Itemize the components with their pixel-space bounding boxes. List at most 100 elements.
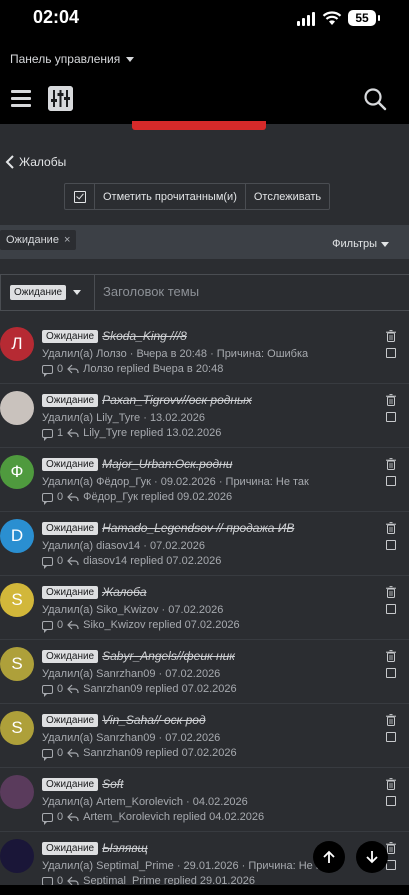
filters-dropdown[interactable]: Фильтры	[332, 238, 389, 250]
row-checkbox[interactable]	[386, 860, 396, 870]
row-checkbox[interactable]	[386, 604, 396, 614]
avatar[interactable]: S	[0, 711, 34, 745]
thread-list: Л Ожидание Skoda_King ///8 Удалил(а) Лол…	[0, 320, 409, 895]
thread-title-link[interactable]: Жалоба	[102, 585, 146, 599]
last-reply[interactable]: Siko_Kwizov replied 07.02.2026	[83, 619, 240, 631]
avatar[interactable]	[0, 775, 34, 809]
prefix-badge: Ожидание	[42, 457, 99, 471]
row-checkbox[interactable]	[386, 732, 396, 742]
thread-meta: Удалил(а) diasov14 · 07.02.2026	[42, 540, 206, 552]
avatar[interactable]: D	[0, 519, 34, 553]
close-icon[interactable]: ×	[64, 234, 70, 246]
trash-icon[interactable]	[386, 330, 396, 342]
chevron-down-icon	[126, 56, 135, 62]
trash-icon[interactable]	[386, 714, 396, 726]
reply-count: 0	[57, 619, 64, 631]
comment-icon	[42, 364, 53, 377]
search-icon[interactable]	[363, 87, 387, 111]
chevron-left-icon	[5, 155, 14, 169]
thread-title-link[interactable]: Hamado_Legendsov // продажа ИВ	[102, 521, 294, 535]
trash-icon[interactable]	[386, 522, 396, 534]
avatar[interactable]	[0, 839, 34, 873]
row-checkbox[interactable]	[386, 412, 396, 422]
avatar[interactable]: Ф	[0, 455, 34, 489]
sliders-logo-icon[interactable]	[48, 86, 73, 111]
thread-row[interactable]: S Ожидание Vin_Saha// оск род Удалил(а) …	[0, 704, 409, 768]
avatar[interactable]: Л	[0, 327, 34, 361]
reply-count: 0	[57, 683, 64, 695]
select-all-checkbox[interactable]	[65, 184, 95, 209]
thread-title-link[interactable]: Vin_Saha// оск род	[102, 713, 205, 727]
reply-icon	[67, 556, 79, 566]
row-checkbox[interactable]	[386, 540, 396, 550]
thread-title-link[interactable]: Paxan_Tigrovv//оск родных	[102, 393, 252, 407]
last-reply[interactable]: Sanrzhan09 replied 07.02.2026	[83, 747, 237, 759]
thread-title-link[interactable]: Skoda_King ///8	[102, 329, 187, 343]
comment-icon	[42, 428, 53, 441]
last-reply[interactable]: Artem_Korolevich replied 04.02.2026	[83, 811, 264, 823]
trash-icon[interactable]	[386, 586, 396, 598]
trash-icon[interactable]	[386, 458, 396, 470]
thread-meta: Удалил(а) Lily_Tyre · 13.02.2026	[42, 412, 205, 424]
row-checkbox[interactable]	[386, 668, 396, 678]
trash-icon[interactable]	[386, 650, 396, 662]
row-checkbox[interactable]	[386, 348, 396, 358]
last-reply[interactable]: Sanrzhan09 replied 07.02.2026	[83, 683, 237, 695]
thread-meta: Удалил(а) Фёдор_Гук · 09.02.2026 · Причи…	[42, 476, 309, 488]
scroll-up-button[interactable]	[313, 841, 345, 873]
back-link[interactable]: Жалобы	[0, 150, 66, 174]
scroll-down-button[interactable]	[356, 841, 388, 873]
avatar[interactable]	[0, 391, 34, 425]
thread-row[interactable]: S Ожидание Жалоба Удалил(а) Siko_Kwizov …	[0, 576, 409, 640]
avatar[interactable]: S	[0, 647, 34, 681]
reply-count: 1	[57, 427, 64, 439]
thread-stats: 0 Siko_Kwizov replied 07.02.2026	[42, 619, 240, 633]
prefix-select[interactable]: Ожидание	[0, 275, 95, 310]
watch-button[interactable]: Отслеживать	[246, 184, 329, 209]
trash-icon[interactable]	[386, 778, 396, 790]
thread-title-row: Ожидание Hamado_Legendsov // продажа ИВ	[42, 521, 294, 535]
filter-chip-waiting[interactable]: Ожидание ×	[0, 230, 77, 250]
app-header: Панель управления	[0, 40, 409, 124]
prefix-badge: Ожидание	[42, 329, 99, 343]
reply-count: 0	[57, 747, 64, 759]
comment-icon	[42, 748, 53, 761]
trash-icon[interactable]	[386, 394, 396, 406]
thread-title-link[interactable]: Ызлявщ	[102, 841, 148, 855]
thread-row[interactable]: Ф Ожидание Major_Urban:Оск.родни Удалил(…	[0, 448, 409, 512]
back-label: Жалобы	[19, 155, 67, 169]
action-button-group: Отметить прочитанным(и) Отслеживать	[64, 183, 331, 210]
thread-title-link[interactable]: Major_Urban:Оск.родни	[102, 457, 232, 471]
reply-count: 0	[57, 363, 64, 375]
avatar[interactable]: S	[0, 583, 34, 617]
arrow-down-icon	[366, 851, 378, 864]
battery-icon: 55	[348, 10, 380, 26]
last-reply[interactable]: diasov14 replied 07.02.2026	[83, 555, 221, 567]
hamburger-menu-icon[interactable]	[11, 90, 31, 107]
filter-bar: Ожидание × Фильтры	[0, 225, 409, 259]
thread-title-input[interactable]: Заголовок темы	[103, 284, 199, 299]
last-reply[interactable]: Лолзо replied Вчера в 20:48	[83, 363, 223, 375]
row-checkbox[interactable]	[386, 476, 396, 486]
thread-row[interactable]: D Ожидание Hamado_Legendsov // продажа И…	[0, 512, 409, 576]
prefix-badge: Ожидание	[42, 649, 99, 663]
thread-row[interactable]: S Ожидание Sabyr_Angels//феик ник Удалил…	[0, 640, 409, 704]
clock: 02:04	[33, 7, 80, 27]
thread-title-row: Ожидание Жалоба	[42, 585, 147, 599]
chevron-down-icon	[73, 290, 82, 295]
thread-title-link[interactable]: Soft	[102, 777, 123, 791]
filter-chip-label: Ожидание	[6, 234, 59, 246]
thread-row[interactable]: Ожидание Soft Удалил(а) Artem_Korolevich…	[0, 768, 409, 832]
thread-stats: 0 Artem_Korolevich replied 04.02.2026	[42, 811, 264, 825]
last-reply[interactable]: Фёдор_Гук replied 09.02.2026	[83, 491, 232, 503]
thread-title-link[interactable]: Sabyr_Angels//феик ник	[102, 649, 235, 663]
comment-icon	[42, 684, 53, 697]
prefix-badge: Ожидание	[42, 713, 99, 727]
row-checkbox[interactable]	[386, 796, 396, 806]
last-reply[interactable]: Lily_Tyre replied 13.02.2026	[83, 427, 221, 439]
thread-row[interactable]: Ожидание Paxan_Tigrovv//оск родных Удали…	[0, 384, 409, 448]
control-panel-dropdown[interactable]: Панель управления	[10, 52, 135, 66]
thread-row[interactable]: Л Ожидание Skoda_King ///8 Удалил(а) Лол…	[0, 320, 409, 384]
mark-read-button[interactable]: Отметить прочитанным(и)	[95, 184, 246, 209]
thread-stats: 0 Фёдор_Гук replied 09.02.2026	[42, 491, 232, 505]
